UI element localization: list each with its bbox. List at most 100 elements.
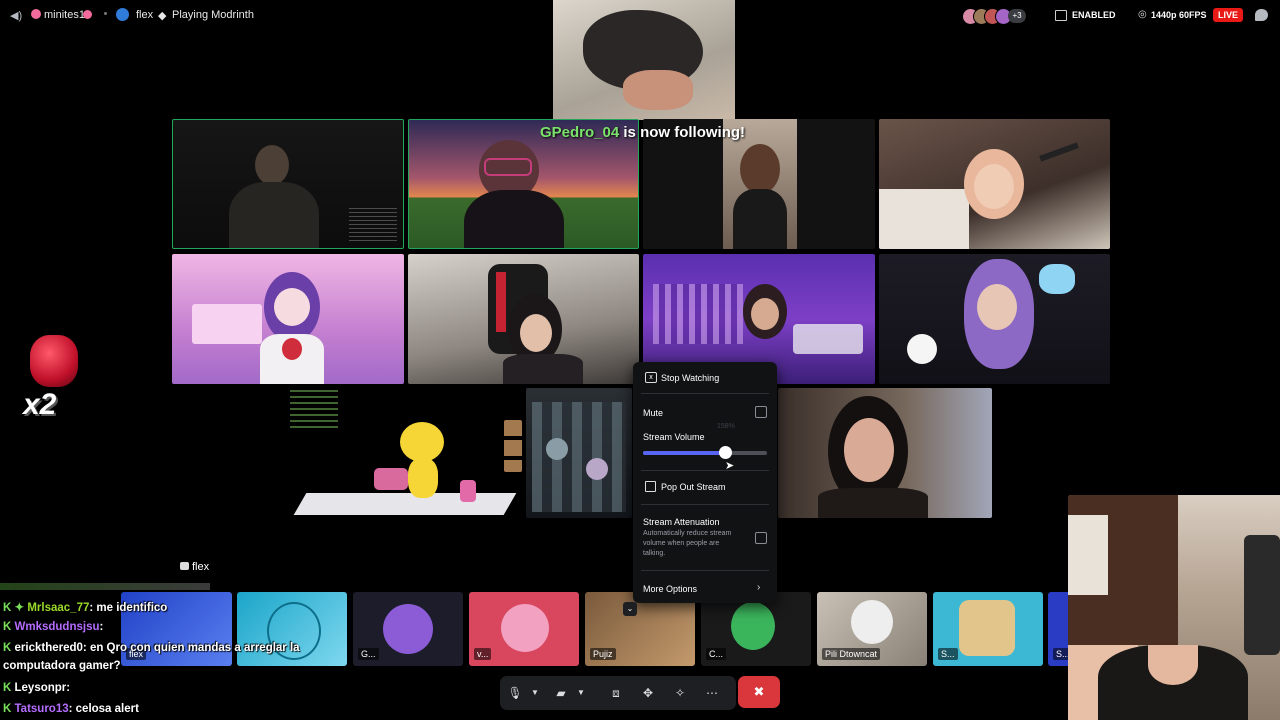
pop-out-icon [645,481,656,492]
chevron-down-icon[interactable]: ⌄ [623,602,637,616]
camera-off-icon[interactable]: ▰ [552,684,570,702]
divider [641,470,769,471]
stream-thumbnail[interactable]: v... [469,592,579,666]
user-name[interactable]: minites1 [44,9,85,21]
badge-icon: K [3,642,12,654]
volume-slider[interactable] [643,446,767,459]
stream-thumbnail[interactable]: G... [353,592,463,666]
chat-text: : [99,621,104,633]
stream-tile[interactable] [408,254,639,384]
channel-label: flex [180,561,209,573]
activity-text: Playing Modrinth [172,9,254,21]
enabled-badge: ENABLED [1072,10,1116,20]
volume-slider-handle[interactable] [718,446,732,459]
chat-text: : [66,682,71,694]
attenuation-description: talking. [643,550,666,557]
chat-username[interactable]: Wmksdudnsjsu [15,621,100,633]
chat-message: K erickthered0: en Qro con quien mandas … [3,642,300,654]
thumbnail-label: G... [358,648,379,660]
chat-message: K ✦ Mrlsaac_77: me identifico [3,600,167,614]
streamer-webcam [1068,495,1280,720]
ellipsis-icon[interactable]: ⋯ [703,684,721,702]
stream-thumbnail[interactable]: Pujiz [585,592,695,666]
chat-line-clipped [0,583,210,590]
stream-tile[interactable] [172,254,404,384]
follow-message: is now following! [623,124,746,141]
speaker-icon[interactable]: ◀) [10,9,22,22]
stream-tile[interactable] [172,119,404,249]
chevron-down-icon[interactable]: ▼ [526,684,544,702]
combo-multiplier: x2 [23,388,57,421]
screen-share-icon[interactable]: ⧈ [607,684,625,702]
chat-message-continued: computadora gamer? [3,660,121,672]
stream-thumbnail[interactable] [237,592,347,666]
pop-out-label: Pop Out Stream [661,482,726,492]
follow-alert: GPedro_04 is now following! [540,124,745,141]
chat-username[interactable]: Mrlsaac_77 [27,602,89,614]
call-controls: 🎙 ▼ ▰ ▼ ⧈ ✥ ✧ ⋯ [500,676,736,710]
mute-label: Mute [643,408,664,418]
chat-text: : en Qro con quien mandas a arreglar la [82,642,300,654]
thumbnail-label: C... [706,648,727,660]
divider [641,570,769,571]
chat-text: computadora gamer? [3,660,121,672]
server-icon[interactable] [116,8,129,21]
badge-icon: K ✦ [3,602,25,614]
flower-icon [31,9,41,19]
mute-checkbox[interactable] [755,406,767,418]
leave-stream-button[interactable]: ✖ [738,676,780,708]
attenuation-description: Automatically reduce stream [643,530,732,537]
badge-icon: K [3,703,12,715]
microphone-icon[interactable]: 🎙 [506,684,524,702]
live-badge: LIVE [1213,8,1244,22]
chat-message: K Leysonpr: [3,682,70,694]
soundboard-icon[interactable]: ✧ [671,684,689,702]
thumbnail-label: Pujiz [590,648,616,660]
stream-volume-label: Stream Volume [643,432,705,442]
combo-icon [30,335,78,387]
chevron-right-icon: › [757,582,761,593]
chevron-down-icon[interactable]: ▼ [572,684,590,702]
divider [641,504,769,505]
leave-stream-icon: ✖ [753,684,765,699]
chat-message: K Wmksdudnsjsu: [3,621,103,633]
chat-icon[interactable] [1255,9,1268,21]
stop-watching-item[interactable]: x Stop Watching [633,362,777,390]
chat-username[interactable]: erickthered0 [15,642,83,654]
more-options-item[interactable]: More Options › [633,578,777,598]
stream-thumbnail[interactable]: C... [701,592,811,666]
chat-username[interactable]: Tatsuro13 [15,703,69,715]
game-icon: ◆ [158,10,167,22]
stream-tile[interactable] [778,388,992,518]
chat-text: : celosa alert [68,703,139,715]
channel-name: flex [192,561,210,573]
pop-out-stream-item[interactable]: Pop Out Stream [633,476,777,498]
stop-watching-label: Stop Watching [661,373,720,383]
stream-tile[interactable] [526,388,632,518]
stream-icon [1055,10,1067,21]
thumbnail-label: Pili Dtowncat [822,648,881,660]
thumbnail-label: v... [474,648,492,660]
hand-shape [623,70,693,110]
chat-icon [180,562,189,570]
thumbnail-label: S... [938,648,958,660]
stream-thumbnail[interactable]: S... [933,592,1043,666]
badge-icon: K [3,621,12,633]
stream-context-menu: x Stop Watching Mute Stream Volume 158% … [633,362,777,603]
server-name[interactable]: flex [136,9,153,21]
attenuation-checkbox[interactable] [755,532,767,544]
attenuation-title: Stream Attenuation [643,517,720,527]
stream-tile[interactable] [879,119,1110,249]
chat-text: : me identifico [89,602,168,614]
stream-tile[interactable] [879,254,1110,384]
pig-photo [553,0,735,120]
stream-thumbnail[interactable]: Pili Dtowncat [817,592,927,666]
chat-message: K Tatsuro13: celosa alert [3,703,139,715]
activities-icon[interactable]: ✥ [639,684,657,702]
stream-tile[interactable] [290,388,520,518]
quality-badge[interactable]: 1440p 60FPS [1146,8,1212,22]
more-options-label: More Options [643,584,698,594]
viewer-avatars[interactable]: +3 [962,8,1032,25]
volume-slider-fill [643,451,725,455]
chat-username[interactable]: Leysonpr [15,682,67,694]
